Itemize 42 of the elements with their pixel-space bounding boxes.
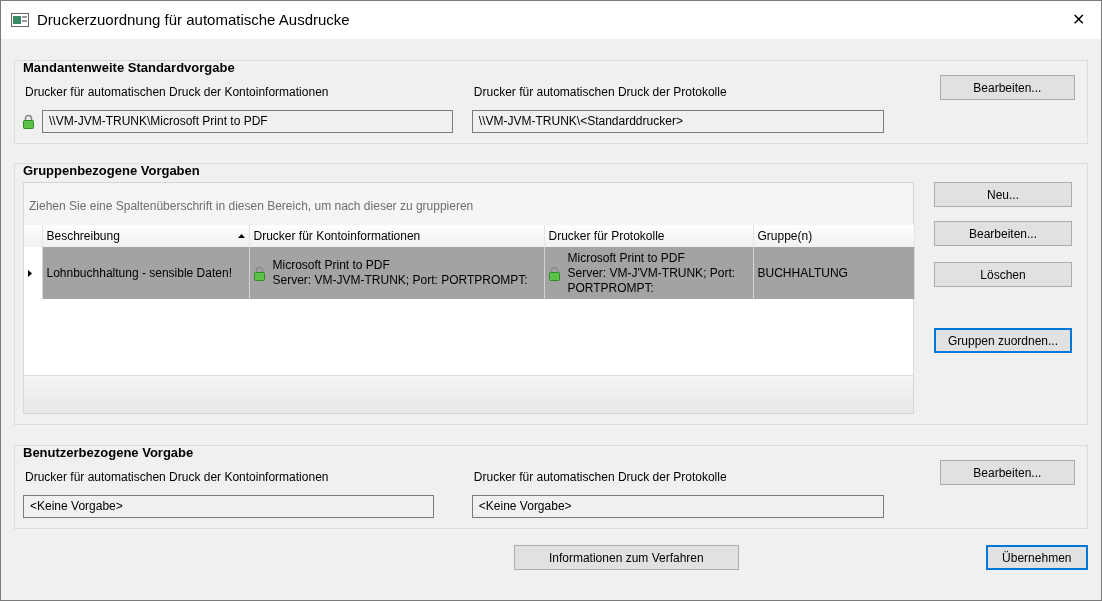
edit-button[interactable]: Bearbeiten... <box>939 75 1075 100</box>
action-button[interactable]: Bearbeiten... <box>934 221 1072 246</box>
column-header[interactable]: Gruppe(n) <box>753 225 914 247</box>
group-by-hint: Ziehen Sie eine Spaltenüberschrift in diesen Bereich, um nach dieser zu gruppieren <box>28 198 475 215</box>
group-title: Benutzerbezogene Vorgabe <box>23 445 195 461</box>
column-header[interactable]: Drucker für Kontoinformationen <box>249 225 544 247</box>
lock-icon <box>548 265 560 281</box>
table-cell: BUCHHALTUNG <box>757 265 848 281</box>
window-title: Druckerzuordnung für automatische Ausdrucke <box>37 9 350 30</box>
field-label: Drucker für automatischen Druck der Kontoinformationen <box>25 85 330 100</box>
row-header <box>24 225 42 247</box>
footer-button[interactable]: Informationen zum Verfahren <box>514 545 739 570</box>
table-cell: Microsoft Print to PDF Server: VM-J'VM-TRUNK; Port: PORTPROMPT: <box>567 250 736 296</box>
sort-arrow-icon <box>237 234 245 238</box>
edit-button[interactable]: Bearbeiten... <box>939 460 1075 485</box>
footer-button[interactable]: Übernehmen <box>985 545 1088 570</box>
table-cell: Lohnbuchhaltung - sensible Daten! <box>46 265 232 281</box>
column-label: Drucker für Kontoinformationen <box>253 228 421 245</box>
printer-field[interactable]: <Keine Vorgabe> <box>23 495 434 518</box>
group-title: Mandantenweite Standardvorgabe <box>23 60 236 76</box>
table-row[interactable]: Lohnbuchhaltung - sensible Daten! Microsoft Print to PDF Server: VM-JVM-TRUNK; Port: PORTPROMPT: Microsoft Print to PDF Server: VM-J'VM-TRUNK; Port: PORTPROMPT: BUCHHALTUNG <box>24 247 914 299</box>
action-button[interactable]: Gruppen zuordnen... <box>934 328 1072 353</box>
printer-field[interactable]: \\VM-JVM-TRUNK\Microsoft Print to PDF <box>42 110 453 133</box>
printer-field[interactable]: <Keine Vorgabe> <box>471 495 884 518</box>
column-label: Beschreibung <box>46 228 120 245</box>
column-header[interactable]: Drucker für Protokolle <box>544 225 753 247</box>
column-label: Drucker für Protokolle <box>548 228 665 245</box>
current-row-icon <box>28 270 32 278</box>
lock-icon <box>23 114 34 129</box>
close-button[interactable]: ✕ <box>1055 1 1101 39</box>
printer-field[interactable]: \\VM-JVM-TRUNK\<Standarddrucker> <box>471 110 884 133</box>
action-button[interactable]: Löschen <box>934 262 1072 287</box>
group-title: Gruppenbezogene Vorgaben <box>23 163 201 179</box>
window-icon <box>11 13 29 27</box>
action-button[interactable]: Neu... <box>934 182 1072 207</box>
field-label: Drucker für automatischen Druck der Kontoinformationen <box>25 470 330 485</box>
field-label: Drucker für automatischen Druck der Protokolle <box>473 470 728 485</box>
column-label: Gruppe(n) <box>757 228 813 245</box>
field-label: Drucker für automatischen Druck der Protokolle <box>473 85 728 100</box>
lock-icon <box>253 265 265 281</box>
table-cell: Microsoft Print to PDF Server: VM-JVM-TRUNK; Port: PORTPROMPT: <box>272 258 528 288</box>
column-header[interactable]: Beschreibung <box>42 225 249 247</box>
